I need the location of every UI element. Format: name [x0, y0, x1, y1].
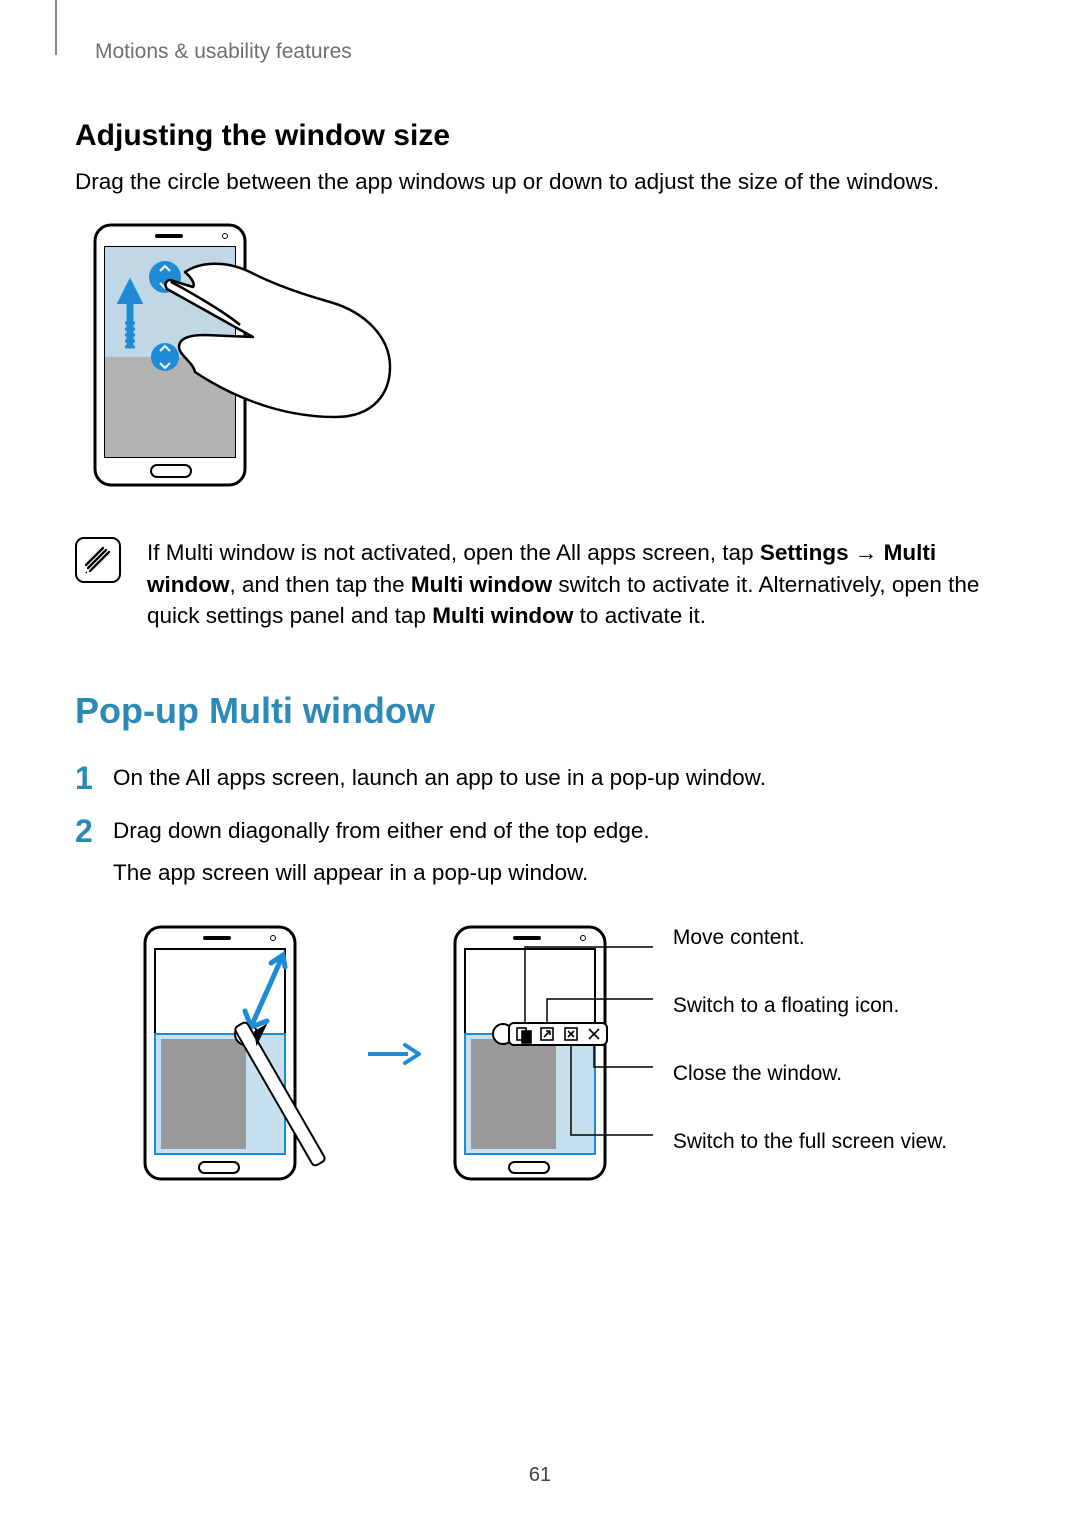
- step-2: 2 Drag down diagonally from either end o…: [75, 815, 1005, 890]
- section-body-adjust: Drag the circle between the app windows …: [75, 167, 1005, 197]
- running-header: Motions & usability features: [95, 40, 1005, 64]
- illustration-popup: Move content. Switch to a floating icon.…: [75, 910, 1005, 1198]
- illustration-adjust-size: [75, 217, 1005, 497]
- section-title-popup: Pop-up Multi window: [75, 690, 1005, 732]
- step-number: 1: [75, 762, 97, 795]
- callout-fullscreen: Switch to the full screen view.: [673, 1130, 947, 1154]
- page-number: 61: [0, 1464, 1080, 1487]
- callout-move: Move content.: [673, 926, 947, 950]
- note-text: If Multi window is not activated, open t…: [147, 537, 1005, 632]
- callout-float: Switch to a floating icon.: [673, 994, 947, 1018]
- callout-close: Close the window.: [673, 1062, 947, 1086]
- arrow-icon: [363, 1039, 423, 1069]
- step-number: 2: [75, 815, 97, 890]
- note-icon: [75, 537, 121, 583]
- section-title-adjust: Adjusting the window size: [75, 119, 1005, 153]
- step-1: 1 On the All apps screen, launch an app …: [75, 762, 1005, 795]
